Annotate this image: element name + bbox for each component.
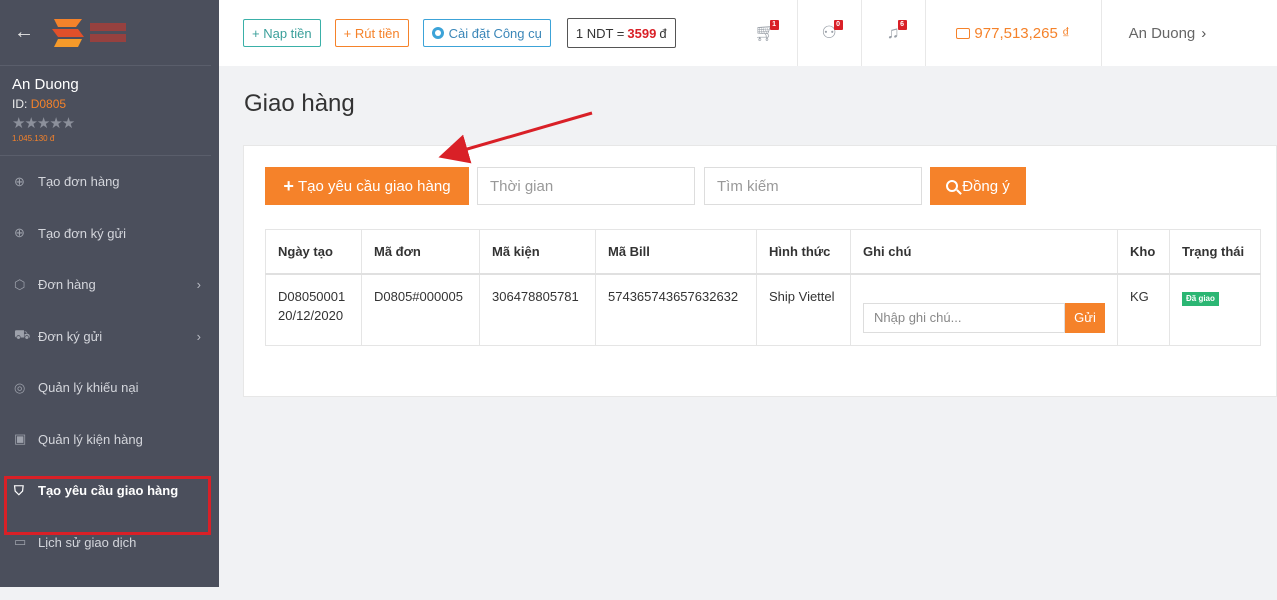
col-order: Mã đơn <box>361 229 480 275</box>
rate-prefix: 1 NDT = <box>575 25 625 41</box>
chrome-icon <box>431 27 444 39</box>
wallet-balance[interactable]: 977,513,265 ₫ <box>926 0 1102 66</box>
col-note: Ghi chú <box>850 229 1118 275</box>
page-title: Giao hàng <box>244 90 355 117</box>
wallet-balance-value: 977,513,265 ₫ <box>974 24 1070 42</box>
cell-status: Đã giao <box>1169 273 1261 346</box>
user-id: ID: D0805 <box>12 97 199 111</box>
chevron-right-icon: › <box>196 328 201 344</box>
notifications-button[interactable]: ♫ 6 <box>862 0 926 66</box>
cart-button[interactable]: 🛒︎ 1 <box>734 0 798 66</box>
plus-icon: + <box>283 175 294 196</box>
table-row: D08050001 20/12/2020 D0805#000005 3064788… <box>265 273 1261 346</box>
sidebar-item-transactions[interactable]: ▭ Lịch sử giao dịch <box>0 517 219 569</box>
sidebar-item-orders[interactable]: ⬡ Đơn hàng › <box>0 259 219 311</box>
exchange-rate: 1 NDT = 3599 đ <box>566 18 676 48</box>
alert-icon: ◎ <box>14 379 26 395</box>
time-input[interactable] <box>477 167 695 205</box>
cell-package-code: 306478805781 <box>479 273 596 346</box>
back-arrow-icon[interactable]: ← <box>14 21 34 44</box>
cell-warehouse: KG <box>1117 273 1170 346</box>
cell-created: D08050001 20/12/2020 <box>265 273 362 346</box>
sidebar-item-label: Quản lý khiếu nại <box>38 380 139 396</box>
sidebar-menu: ⊕ Tạo đơn hàng ⊕ Tạo đơn ký gửi ⬡ Đơn hàng ›… <box>0 156 219 568</box>
chevron-right-icon: › <box>1201 24 1207 42</box>
cell-note: Gửi <box>850 273 1118 346</box>
sidebar-user: An Duong ID: D0805 ★★★★★ 1.045.130 đ <box>0 66 211 156</box>
plus-circle-icon: ⊕ <box>14 225 25 241</box>
users-button[interactable]: ⚇ 0 <box>798 0 862 66</box>
status-badge: Đã giao <box>1182 291 1219 306</box>
cart-icon: ⛉ <box>14 482 24 498</box>
card-icon: ▭ <box>14 534 27 550</box>
notifications-badge: 6 <box>897 20 907 30</box>
plus-circle-icon: ⊕ <box>14 173 25 189</box>
sidebar-item-delivery-request[interactable]: ⛉ Tạo yêu cầu giao hàng <box>0 465 219 517</box>
user-id-label: ID: <box>12 97 28 111</box>
sidebar-item-label: Tạo yêu cầu giao hàng <box>38 483 179 499</box>
sidebar-item-packages[interactable]: ▣ Quản lý kiện hàng <box>0 414 219 466</box>
col-status: Trạng thái <box>1169 229 1261 275</box>
logo[interactable] <box>48 15 126 51</box>
sidebar-item-create-consign[interactable]: ⊕ Tạo đơn ký gửi <box>0 208 219 260</box>
col-warehouse: Kho <box>1117 229 1170 275</box>
install-tool-button[interactable]: Cài đặt Công cụ <box>422 19 551 47</box>
sidebar-item-label: Tạo đơn hàng <box>38 174 120 190</box>
sidebar-item-label: Đơn ký gửi <box>38 328 103 344</box>
user-id-value: D0805 <box>30 97 67 111</box>
sidebar-item-label: Đơn hàng <box>38 277 96 293</box>
sidebar-item-complaints[interactable]: ◎ Quản lý khiếu nại <box>0 362 219 414</box>
sidebar-item-consign-orders[interactable]: ⛟ Đơn ký gửi › <box>0 311 219 363</box>
deposit-button[interactable]: + Nạp tiền <box>243 19 321 47</box>
users-badge: 0 <box>833 20 843 30</box>
table-header-row: Ngày tạo Mã đơn Mã kiện Mã Bill Hình thứ… <box>265 229 1261 275</box>
sidebar: ← An Duong ID: D0805 ★★★★★ 1.045.130 đ ⊕… <box>0 0 219 587</box>
sidebar-item-label: Lịch sử giao dịch <box>38 534 137 550</box>
truck-icon: ⛟ <box>14 327 31 343</box>
rate-suffix: đ <box>659 25 667 41</box>
cell-bill-code: 574365743657632632 <box>595 273 757 346</box>
user-menu[interactable]: An Duong › <box>1102 25 1207 42</box>
rating-stars: ★★★★★ <box>12 115 75 132</box>
delivery-table: Ngày tạo Mã đơn Mã kiện Mã Bill Hình thứ… <box>265 229 1261 346</box>
user-balance: 1.045.130 đ <box>12 134 55 143</box>
created-code: D08050001 <box>278 288 346 304</box>
search-icon <box>946 180 959 192</box>
col-package: Mã kiện <box>479 229 596 275</box>
sidebar-item-label: Tạo đơn ký gửi <box>38 225 127 241</box>
send-note-button[interactable]: Gửi <box>1065 302 1105 333</box>
agree-button[interactable]: Đồng ý <box>930 167 1026 205</box>
install-tool-label: Cài đặt Công cụ <box>448 25 542 41</box>
cell-order-code[interactable]: D0805#000005 <box>361 273 480 346</box>
user-name: An Duong <box>12 76 79 93</box>
sidebar-header: ← <box>0 0 211 66</box>
col-method: Hình thức <box>756 229 851 275</box>
chevron-right-icon: › <box>196 277 201 293</box>
sidebar-item-label: Quản lý kiện hàng <box>38 431 143 447</box>
agree-button-label: Đồng ý <box>962 177 1010 195</box>
package-icon: ▣ <box>14 431 27 447</box>
note-form: Gửi <box>863 302 1105 333</box>
topbar: + Nạp tiền + Rút tiền Cài đặt Công cụ 1 … <box>219 0 1277 66</box>
sidebar-item-create-order[interactable]: ⊕ Tạo đơn hàng <box>0 156 219 208</box>
cell-method: Ship Viettel <box>756 273 851 346</box>
search-input[interactable] <box>704 167 922 205</box>
created-date: 20/12/2020 <box>278 307 344 323</box>
wallet-icon <box>956 27 971 39</box>
tag-icon: ⬡ <box>14 276 26 292</box>
create-delivery-request-button[interactable]: + Tạo yêu cầu giao hàng <box>265 167 469 205</box>
delivery-card: +Tạo yêu cầu giao hàng Đồng ý Ngày tạo M… <box>243 145 1277 397</box>
note-input[interactable] <box>863 302 1065 333</box>
cart-badge: 1 <box>769 20 779 30</box>
logo-text <box>90 23 126 42</box>
create-delivery-request-label: Tạo yêu cầu giao hàng <box>297 177 451 195</box>
logo-icon <box>52 18 84 47</box>
user-menu-name: An Duong <box>1128 24 1196 42</box>
col-created: Ngày tạo <box>265 229 362 275</box>
withdraw-button[interactable]: + Rút tiền <box>334 19 409 47</box>
rate-value: 3599 <box>627 25 657 41</box>
col-bill: Mã Bill <box>595 229 757 275</box>
